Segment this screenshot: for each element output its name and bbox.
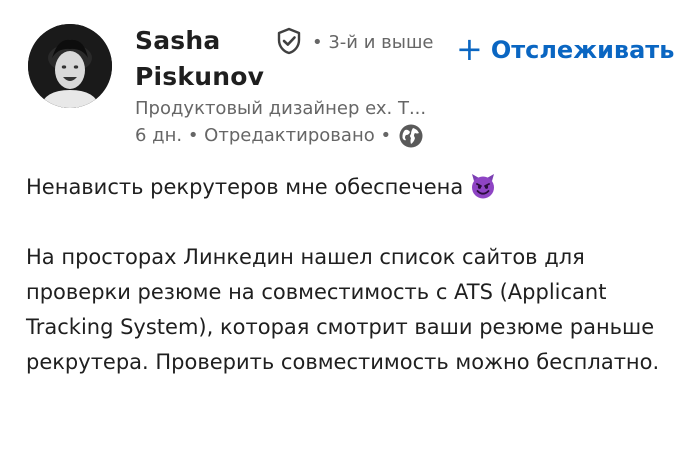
smiling-devil-emoji-icon: [472, 174, 495, 199]
post-paragraph-2: На просторах Линкедин нашел список сайто…: [26, 245, 660, 374]
connection-degree: • 3-й и выше: [312, 32, 434, 53]
edited-label: • Отредактировано •: [187, 125, 392, 146]
globe-icon: [399, 124, 423, 148]
post-line-1: Ненависть рекрутеров мне обеспечена: [26, 170, 666, 205]
avatar[interactable]: [28, 24, 112, 108]
profile-photo: [28, 24, 112, 108]
plus-icon: +: [456, 29, 483, 68]
follow-label: Отслеживать: [490, 36, 675, 64]
post-first-line: Ненависть рекрутеров мне обеспечена: [26, 175, 464, 199]
shield-check-icon: [277, 27, 301, 55]
post-body: Ненависть рекрутеров мне обеспечена На п…: [26, 170, 666, 380]
author-headline: Продуктовый дизайнер ex. Т...: [135, 98, 427, 119]
post-meta: 6 дн. • Отредактировано •: [135, 123, 424, 149]
post-time: 6 дн.: [135, 125, 183, 146]
author-name[interactable]: Sasha Piskunov: [135, 23, 285, 95]
follow-button[interactable]: + Отслеживать: [456, 30, 674, 70]
